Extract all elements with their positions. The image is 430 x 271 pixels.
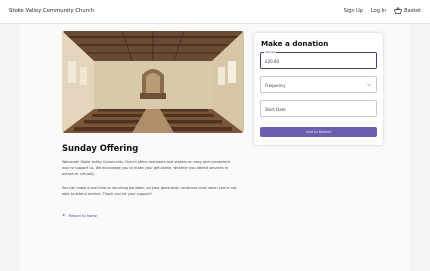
page-title: Sunday Offering [62,143,139,153]
header-nav: Sign Up Log In Basket [344,7,421,14]
arrow-left-icon [62,213,66,218]
basket-link[interactable]: Basket [394,7,421,14]
return-home-link[interactable]: Return to home [62,213,97,218]
amount-value: £20.00 [265,59,279,64]
hero-image [62,31,244,133]
signup-link[interactable]: Sign Up [344,8,363,14]
start-date-field[interactable]: Start Date [260,100,377,117]
donation-info-paragraph: You can make a one-time or recurring don… [62,186,237,196]
login-link[interactable]: Log In [371,8,386,14]
return-home-label: Return to home [69,213,98,218]
intro-paragraph: Welcome! Stoke Valley Community Church o… [62,160,230,176]
basket-icon [394,7,403,14]
start-date-placeholder: Start Date [265,107,286,112]
donation-card: Make a donation Amount £20.00 Frequency … [254,33,383,145]
donation-title: Make a donation [261,39,329,48]
basket-label: Basket [404,7,421,14]
top-navigation-bar: Stoke Valley Community Church Sign Up Lo… [0,0,430,24]
main-content: Sunday Offering Welcome! Stoke Valley Co… [20,24,410,271]
frequency-placeholder: Frequency [265,83,286,88]
chevron-down-icon [367,83,371,87]
site-brand[interactable]: Stoke Valley Community Church [9,8,94,14]
amount-label: Amount [264,50,277,54]
frequency-select[interactable]: Frequency [260,76,377,93]
amount-field[interactable]: Amount £20.00 [260,50,377,69]
add-to-basket-button[interactable]: Add to Basket [260,127,377,137]
